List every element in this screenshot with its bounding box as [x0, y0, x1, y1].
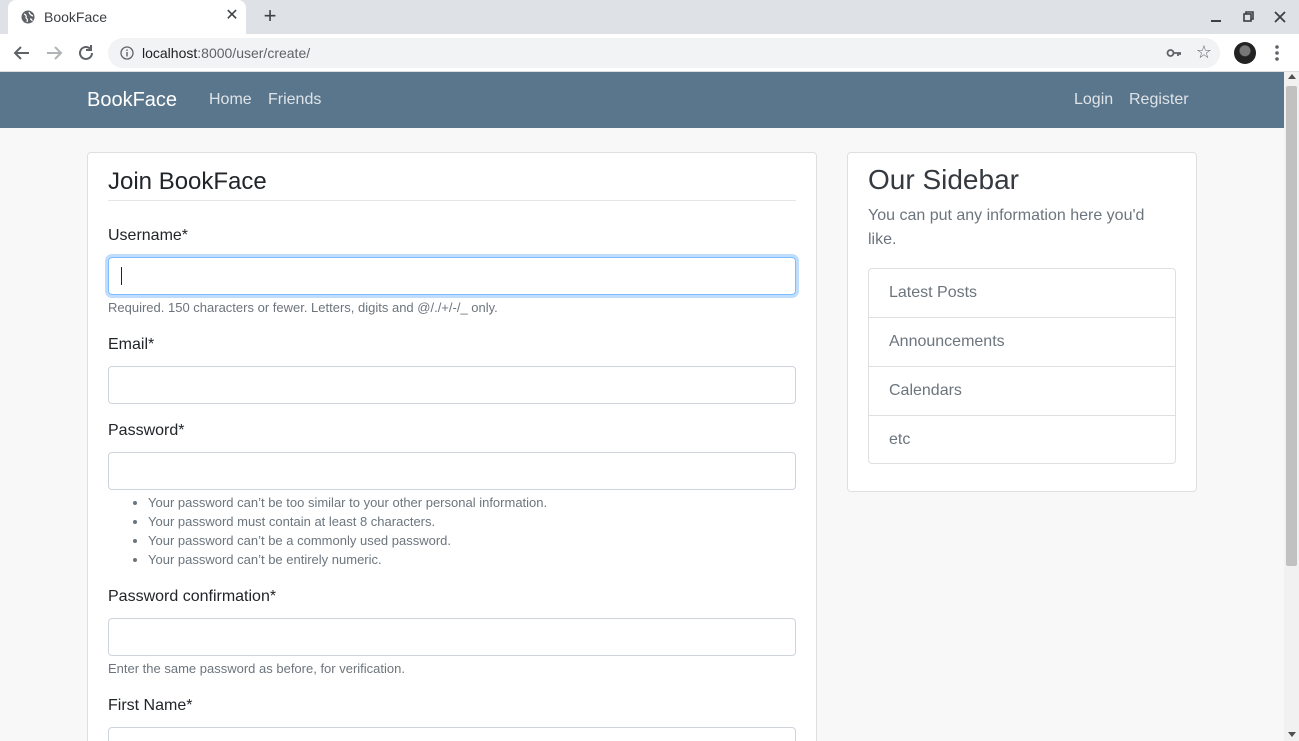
sidebar-title: Our Sidebar: [868, 164, 1019, 195]
browser-tab[interactable]: BookFace ✕: [8, 0, 246, 34]
address-bar[interactable]: localhost:8000/user/create/ ☆: [108, 38, 1220, 68]
menu-icon[interactable]: [1270, 42, 1284, 64]
password-help-item: Your password can’t be too similar to yo…: [148, 495, 547, 514]
email-input[interactable]: [108, 366, 796, 404]
password-input[interactable]: [108, 452, 796, 490]
password-help-item: Your password must contain at least 8 ch…: [148, 514, 547, 533]
url-text: localhost:8000/user/create/: [142, 45, 310, 61]
plus-icon[interactable]: +: [259, 5, 281, 28]
password-confirmation-help: Enter the same password as before, for v…: [108, 661, 405, 676]
scroll-down-arrow[interactable]: [1288, 732, 1296, 737]
brand-link[interactable]: BookFace: [87, 89, 177, 112]
scroll-up-arrow[interactable]: [1288, 74, 1296, 79]
minimize-icon[interactable]: [1207, 8, 1225, 26]
nav-link-register[interactable]: Register: [1129, 91, 1189, 109]
sidebar-item-latest-posts[interactable]: Latest Posts: [869, 269, 1175, 318]
nav-link-login[interactable]: Login: [1074, 91, 1113, 109]
url-host: localhost: [142, 45, 198, 61]
password-help-item: Your password can’t be a commonly used p…: [148, 533, 547, 552]
sidebar-item-calendars[interactable]: Calendars: [869, 367, 1175, 416]
sidebar-card: Our Sidebar You can put any information …: [847, 152, 1197, 492]
url-path: :8000/user/create/: [197, 45, 311, 61]
sidebar-list: Latest Posts Announcements Calendars etc: [868, 268, 1176, 464]
username-help: Required. 150 characters or fewer. Lette…: [108, 300, 498, 315]
star-icon[interactable]: ☆: [1196, 43, 1212, 61]
reload-icon[interactable]: [75, 42, 97, 64]
window-close-icon[interactable]: [1271, 8, 1289, 26]
tab-title: BookFace: [44, 9, 108, 25]
first-name-input[interactable]: [108, 727, 796, 741]
site-navbar: BookFace Home Friends Login Register: [0, 72, 1284, 128]
form-legend: Join BookFace: [108, 168, 267, 195]
forward-icon[interactable]: [43, 42, 65, 64]
scrollbar-thumb[interactable]: [1286, 86, 1297, 566]
username-input[interactable]: [108, 257, 796, 295]
password-label: Password*: [108, 422, 185, 439]
legend-divider: [108, 200, 796, 201]
nav-link-home[interactable]: Home: [209, 91, 252, 109]
sidebar-item-etc[interactable]: etc: [869, 416, 1175, 463]
key-icon[interactable]: [1166, 45, 1182, 61]
back-icon[interactable]: [11, 42, 33, 64]
browser-tab-strip: BookFace ✕ +: [0, 0, 1299, 34]
text-caret: [121, 267, 122, 285]
password-confirmation-label: Password confirmation*: [108, 588, 277, 605]
browser-toolbar: localhost:8000/user/create/ ☆: [0, 34, 1299, 72]
info-icon[interactable]: [120, 46, 134, 60]
avatar[interactable]: [1234, 42, 1256, 64]
page-scrollbar[interactable]: [1284, 72, 1299, 741]
register-form-card: Join BookFace Username* Required. 150 ch…: [87, 152, 817, 741]
email-label: Email*: [108, 336, 155, 353]
password-help-list: Your password can’t be too similar to yo…: [148, 495, 547, 571]
nav-link-friends[interactable]: Friends: [268, 91, 321, 109]
globe-icon: [21, 10, 35, 24]
first-name-label: First Name*: [108, 697, 193, 714]
username-label: Username*: [108, 227, 189, 244]
sidebar-item-announcements[interactable]: Announcements: [869, 318, 1175, 367]
close-icon[interactable]: ✕: [224, 8, 240, 24]
sidebar-text: You can put any information here you'd l…: [868, 207, 1145, 248]
restore-icon[interactable]: [1239, 8, 1257, 26]
password-help-item: Your password can’t be entirely numeric.: [148, 552, 547, 571]
password-confirmation-input[interactable]: [108, 618, 796, 656]
